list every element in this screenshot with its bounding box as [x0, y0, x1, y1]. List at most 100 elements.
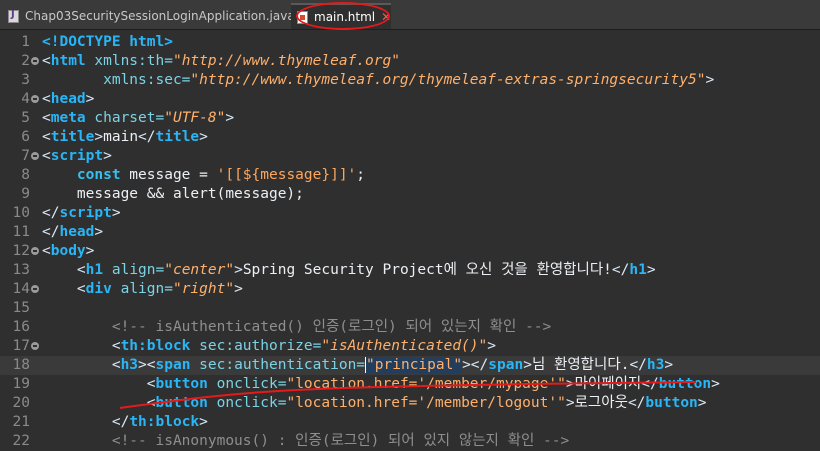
code-line[interactable]: 21 </th:block>: [0, 413, 820, 432]
code-line[interactable]: 19 <button onclick="location.href='/memb…: [0, 375, 820, 394]
line-number: 7: [21, 148, 30, 164]
tab-application-java[interactable]: Chap03SecuritySessionLoginApplication.ja…: [2, 3, 295, 29]
code-line[interactable]: 11 </head>: [0, 223, 820, 242]
code-line[interactable]: 6 <title>main</title>: [0, 128, 820, 147]
line-number: 10: [12, 205, 30, 221]
code-token: "UTF-8": [164, 110, 226, 126]
code-token: main: [103, 129, 139, 145]
code-token: >: [85, 243, 95, 259]
code-token: </: [42, 205, 60, 221]
code-token: </: [629, 357, 647, 373]
code-token: <: [42, 243, 51, 259]
code-token: title: [50, 129, 95, 145]
code-token: "location.href='/member/logout'": [286, 395, 566, 411]
tab-main-html[interactable]: main.html ✕: [291, 3, 391, 29]
code-line[interactable]: 5 <meta charset="UTF-8">: [0, 109, 820, 128]
code-token: </: [138, 129, 156, 145]
code-line[interactable]: 12 <body>: [0, 242, 820, 261]
code-line[interactable]: 16 <!-- isAuthenticated() 인증(로그인) 되어 있는지…: [0, 318, 820, 337]
code-token: head: [59, 224, 95, 240]
code-token: xmlns:th=: [85, 53, 173, 69]
code-token: >: [85, 91, 95, 107]
line-number: 11: [12, 224, 30, 240]
code-line[interactable]: 2 <html xmlns:th="http://www.thymeleaf.or…: [0, 52, 820, 71]
code-line[interactable]: 7 <script>: [0, 147, 820, 166]
code-token: meta: [50, 110, 86, 126]
code-line[interactable]: 22 <!-- isAnonymous() : 인증(로그인) 되어 있지 않는…: [0, 432, 820, 451]
code-token: button: [155, 376, 208, 392]
fold-toggle-icon[interactable]: [31, 285, 39, 293]
code-token: >: [94, 129, 104, 145]
fold-toggle-icon[interactable]: [31, 247, 39, 255]
code-token: ;: [356, 167, 366, 183]
code-token: <!DOCTYPE html>: [42, 34, 173, 50]
line-number: 21: [12, 414, 30, 430]
line-number: 1: [21, 34, 30, 50]
code-text: </th:block>: [42, 413, 208, 432]
code-line[interactable]: 8 const message = '[[${message}]]';: [0, 166, 820, 185]
code-line[interactable]: 3 xmlns:sec="http://www.thymeleaf.org/th…: [0, 71, 820, 90]
code-token: >: [565, 376, 575, 392]
code-token: <: [111, 338, 121, 354]
code-line[interactable]: 20 <button onclick="location.href='/memb…: [0, 394, 820, 413]
code-text: <title>main</title>: [42, 128, 208, 147]
line-number: 9: [21, 186, 30, 202]
line-number: 8: [21, 167, 30, 183]
code-text: <head>: [42, 90, 94, 109]
fold-toggle-icon[interactable]: [31, 152, 39, 160]
code-editor[interactable]: 1 <!DOCTYPE html> 2 <html xmlns:th="http://…: [0, 30, 820, 449]
tab-label: main.html: [314, 10, 376, 24]
code-text: <meta charset="UTF-8">: [42, 109, 234, 128]
fold-toggle-icon[interactable]: [31, 342, 39, 350]
code-line[interactable]: 15: [0, 299, 820, 318]
fold-toggle-icon[interactable]: [31, 95, 39, 103]
code-token: 마이페이지: [574, 376, 642, 392]
code-token: h1: [629, 262, 647, 278]
line-number: 5: [21, 110, 30, 126]
code-text: <button onclick="location.href='/member/…: [42, 394, 707, 413]
code-token: ><: [138, 357, 156, 373]
code-token: sec:authorize=: [190, 338, 322, 354]
code-line[interactable]: 1 <!DOCTYPE html>: [0, 33, 820, 52]
code-token: </: [627, 395, 646, 411]
line-number: 6: [21, 129, 30, 145]
code-token: <: [111, 357, 121, 373]
line-number: 2: [21, 53, 30, 69]
line-number: 13: [12, 262, 30, 278]
code-token: >: [664, 357, 674, 373]
close-icon[interactable]: ✕: [381, 10, 391, 24]
code-token: <: [42, 110, 51, 126]
code-line[interactable]: 17 <th:block sec:authorize="isAuthentica…: [0, 337, 820, 356]
code-token: title: [155, 129, 200, 145]
line-number: 15: [12, 300, 30, 316]
code-line-current[interactable]: 18 <h3><span sec:authentication="princip…: [0, 356, 820, 375]
code-line[interactable]: 13 <h1 align="center">Spring Security Pr…: [0, 261, 820, 280]
code-text: <th:block sec:authorize="isAuthenticated…: [42, 337, 496, 356]
fold-toggle-icon[interactable]: [31, 57, 39, 65]
code-token: <: [42, 53, 51, 69]
code-token: >: [199, 129, 208, 145]
code-token: div: [85, 281, 112, 297]
java-file-icon: [8, 9, 19, 23]
code-line[interactable]: 14 <div align="right">: [0, 280, 820, 299]
code-token: <!-- isAnonymous() : 인증(로그인) 되어 있지 않는지 확…: [42, 433, 570, 449]
code-token: >: [523, 357, 532, 373]
code-text: </script>: [42, 204, 121, 223]
code-line[interactable]: 9 message && alert(message);: [0, 185, 820, 204]
code-token: button: [645, 395, 698, 411]
code-line[interactable]: 10 </script>: [0, 204, 820, 223]
code-token: "center": [164, 262, 235, 278]
code-token: message && alert(message);: [42, 186, 304, 202]
code-text: <button onclick="location.href='/member/…: [42, 375, 720, 394]
code-token: button: [658, 376, 712, 392]
code-token: >: [565, 395, 575, 411]
code-token: html: [50, 53, 86, 69]
code-token: script: [59, 205, 112, 221]
line-number: 22: [12, 433, 30, 449]
code-line[interactable]: 4 <head>: [0, 90, 820, 109]
